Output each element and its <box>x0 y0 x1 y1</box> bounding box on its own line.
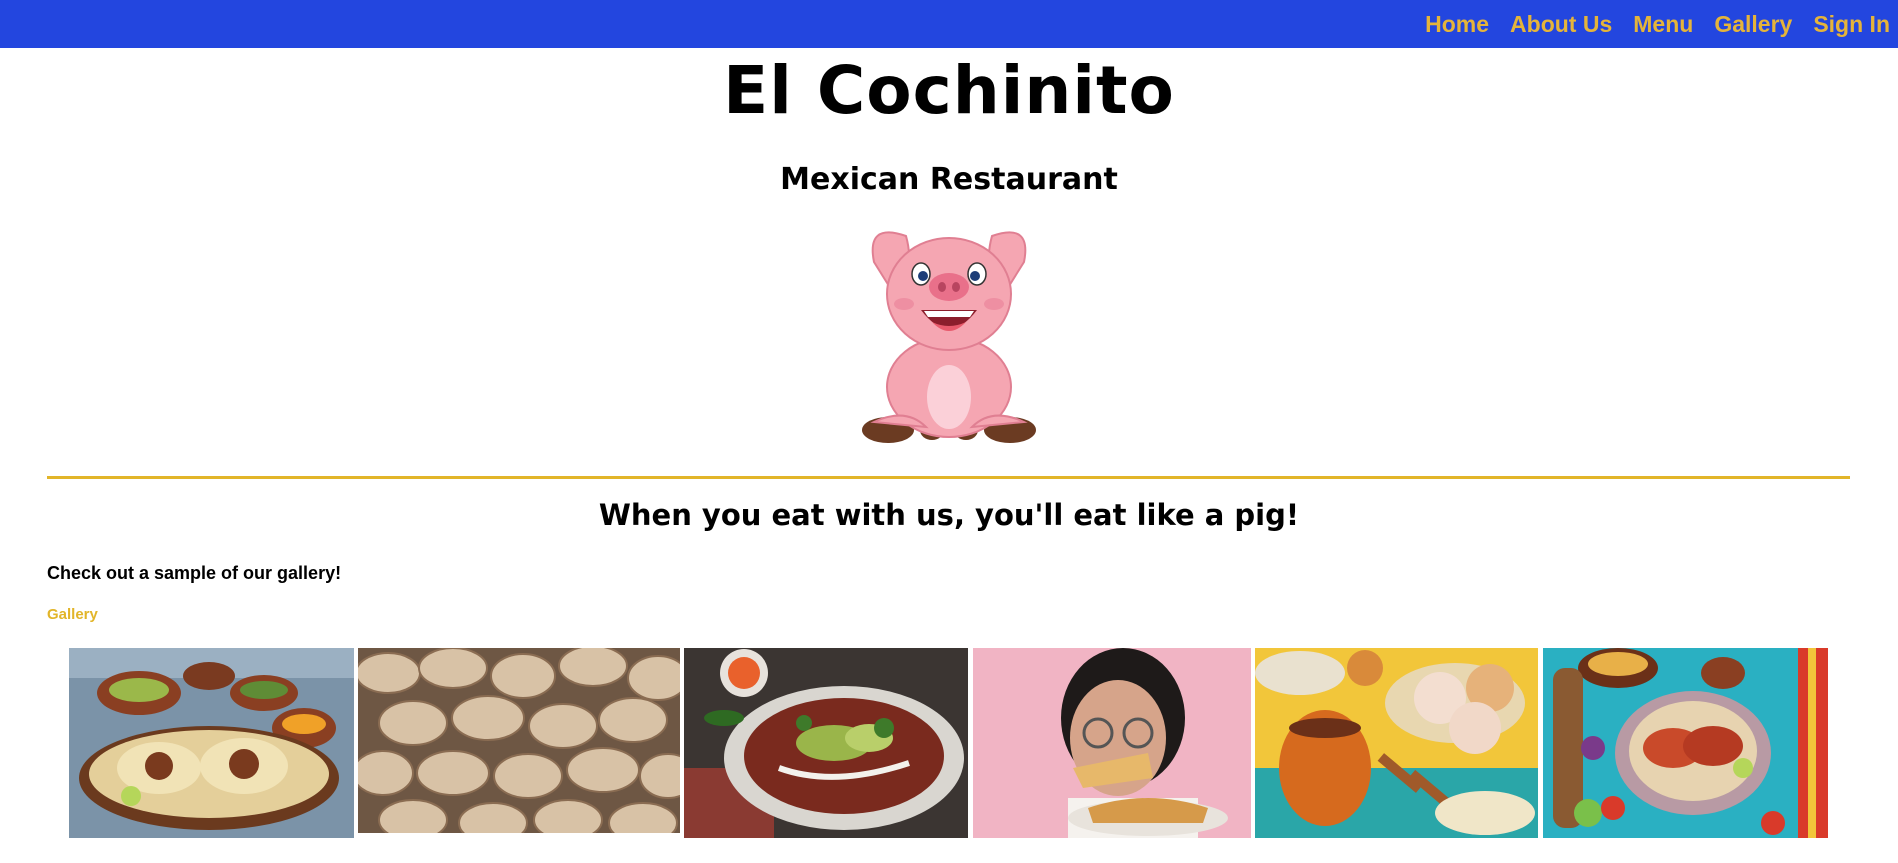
gallery-photo-woman-eating <box>973 648 1251 838</box>
gallery-intro-text: Check out a sample of our gallery! <box>47 563 342 583</box>
cartoon-pig-icon <box>846 222 1052 448</box>
gallery-link[interactable]: Gallery <box>47 606 98 623</box>
site-subtitle: Mexican Restaurant <box>780 162 1118 197</box>
gallery-photo-pan-dulce <box>1255 648 1538 838</box>
nav-about-us-link[interactable]: About Us <box>1510 11 1612 38</box>
nav-gallery-link[interactable]: Gallery <box>1714 11 1792 38</box>
top-navbar: Home About Us Menu Gallery Sign In <box>0 0 1898 48</box>
gallery-photo-bread-rolls <box>358 648 680 833</box>
tagline: When you eat with us, you'll eat like a … <box>598 498 1300 532</box>
site-title: El Cochinito <box>723 52 1175 129</box>
nav-home-link[interactable]: Home <box>1425 11 1489 38</box>
nav-sign-in-link[interactable]: Sign In <box>1813 11 1890 38</box>
gallery-photo-tacos <box>69 648 354 838</box>
gallery-photo-enchiladas <box>684 648 968 838</box>
nav-menu-link[interactable]: Menu <box>1633 11 1693 38</box>
nav-links: Home About Us Menu Gallery Sign In <box>1425 0 1890 48</box>
section-divider <box>47 476 1850 479</box>
gallery-photo-tacos-colorful-table <box>1543 648 1828 838</box>
